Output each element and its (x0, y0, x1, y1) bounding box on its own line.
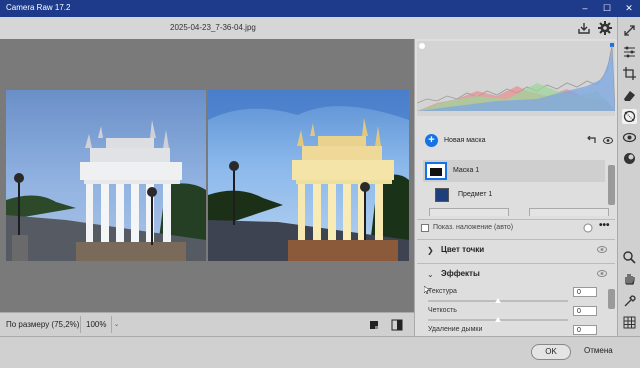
section-title: Цвет точки (441, 245, 485, 254)
masks-section: + Новая маска Маска 1 Предмет 1 (417, 127, 615, 227)
mask-icon (623, 110, 636, 123)
subject-name: Предмет 1 (458, 191, 493, 198)
minimize-button[interactable]: – (574, 0, 596, 17)
eye-icon[interactable] (597, 246, 607, 253)
mask-row[interactable]: Маска 1 (423, 160, 605, 182)
mask-name: Маска 1 (453, 167, 480, 174)
mask-tool[interactable] (622, 109, 637, 124)
effects-section[interactable]: ⌄ Эффекты (417, 263, 615, 283)
mask-action-buttons (429, 208, 609, 216)
reset-icon[interactable] (587, 136, 597, 145)
zoom-icon[interactable] (622, 250, 637, 265)
file-name: 2025-04-23_7-36-04.jpg (170, 23, 256, 32)
save-icon[interactable] (576, 20, 592, 36)
zoom-value[interactable]: 100% (80, 316, 110, 333)
maximize-button[interactable]: ☐ (596, 0, 618, 17)
zoom-fit-label[interactable]: По размеру (75,2%) (6, 320, 79, 329)
subject-thumbnail (435, 188, 449, 202)
chevron-down-icon: ⌄ (427, 270, 434, 279)
grid-icon[interactable] (622, 315, 637, 330)
tools-toolbar (617, 17, 640, 336)
plus-icon: + (425, 134, 438, 147)
ok-button[interactable]: OK (531, 344, 571, 360)
slider-thumb[interactable] (495, 298, 501, 303)
color-point-section[interactable]: ❯ Цвет точки (417, 239, 615, 259)
section-title: Эффекты (441, 269, 480, 278)
before-after-icon[interactable] (369, 320, 379, 330)
slider-texture[interactable]: Текстура 0 (417, 287, 605, 306)
overlay-row: Показ. наложение (авто) ••• (417, 219, 615, 235)
window-title: Camera Raw 17.2 (6, 3, 71, 12)
preview-canvas[interactable] (0, 39, 414, 312)
sliders-icon[interactable] (622, 44, 637, 59)
dialog-footer: OK Отмена (0, 336, 640, 368)
slider-track[interactable] (428, 317, 568, 322)
eye-icon[interactable] (622, 130, 637, 145)
slider-track[interactable] (428, 298, 568, 303)
gear-icon[interactable] (597, 20, 613, 36)
mask-visibility-eye-icon[interactable] (603, 137, 613, 144)
eyedropper-icon[interactable] (622, 294, 637, 309)
eraser-icon[interactable] (622, 88, 637, 103)
cancel-button[interactable]: Отмена (584, 346, 613, 355)
histogram (416, 41, 616, 116)
split-view-icon[interactable] (391, 319, 403, 331)
overlay-checkbox[interactable] (421, 224, 429, 232)
mouse-cursor-icon (424, 286, 430, 294)
zoom-dropdown-icon[interactable]: ⌄ (111, 316, 121, 333)
eye-icon[interactable] (597, 270, 607, 277)
add-button-stub[interactable] (429, 208, 509, 216)
status-bar: По размеру (75,2%) 100% ⌄ (0, 312, 414, 336)
masks-scrollbar[interactable] (608, 165, 615, 205)
adjustment-panel: + Новая маска Маска 1 Предмет 1 Показ. н… (414, 39, 617, 341)
slider-value[interactable]: 0 (573, 306, 597, 316)
title-bar: Camera Raw 17.2 – ☐ ✕ (0, 0, 640, 17)
overlay-label: Показ. наложение (авто) (433, 224, 514, 231)
subtract-button-stub[interactable] (529, 208, 609, 216)
slider-label: Удаление дымки (428, 326, 483, 333)
slider-value[interactable]: 0 (573, 325, 597, 335)
expand-icon[interactable] (622, 23, 637, 38)
slider-clarity[interactable]: Четкость 0 (417, 306, 605, 325)
subject-row[interactable]: Предмет 1 (423, 184, 605, 206)
after-image (208, 90, 409, 261)
new-mask-label: Новая маска (444, 137, 486, 144)
slider-value[interactable]: 0 (573, 287, 597, 297)
image-header: 2025-04-23_7-36-04.jpg (0, 17, 617, 39)
slider-thumb[interactable] (495, 317, 501, 322)
crop-icon[interactable] (622, 66, 637, 81)
close-button[interactable]: ✕ (618, 0, 640, 17)
more-options-icon[interactable]: ••• (599, 220, 610, 231)
chevron-right-icon: ❯ (427, 246, 434, 255)
panel-scrollbar[interactable] (608, 289, 615, 309)
hand-icon[interactable] (622, 271, 637, 286)
slider-label: Четкость (428, 307, 457, 314)
slider-label: Текстура (428, 288, 457, 295)
presets-icon[interactable] (622, 151, 637, 166)
mask-thumbnail (425, 162, 447, 180)
before-image (6, 90, 206, 261)
overlay-color-icon[interactable] (583, 223, 593, 233)
